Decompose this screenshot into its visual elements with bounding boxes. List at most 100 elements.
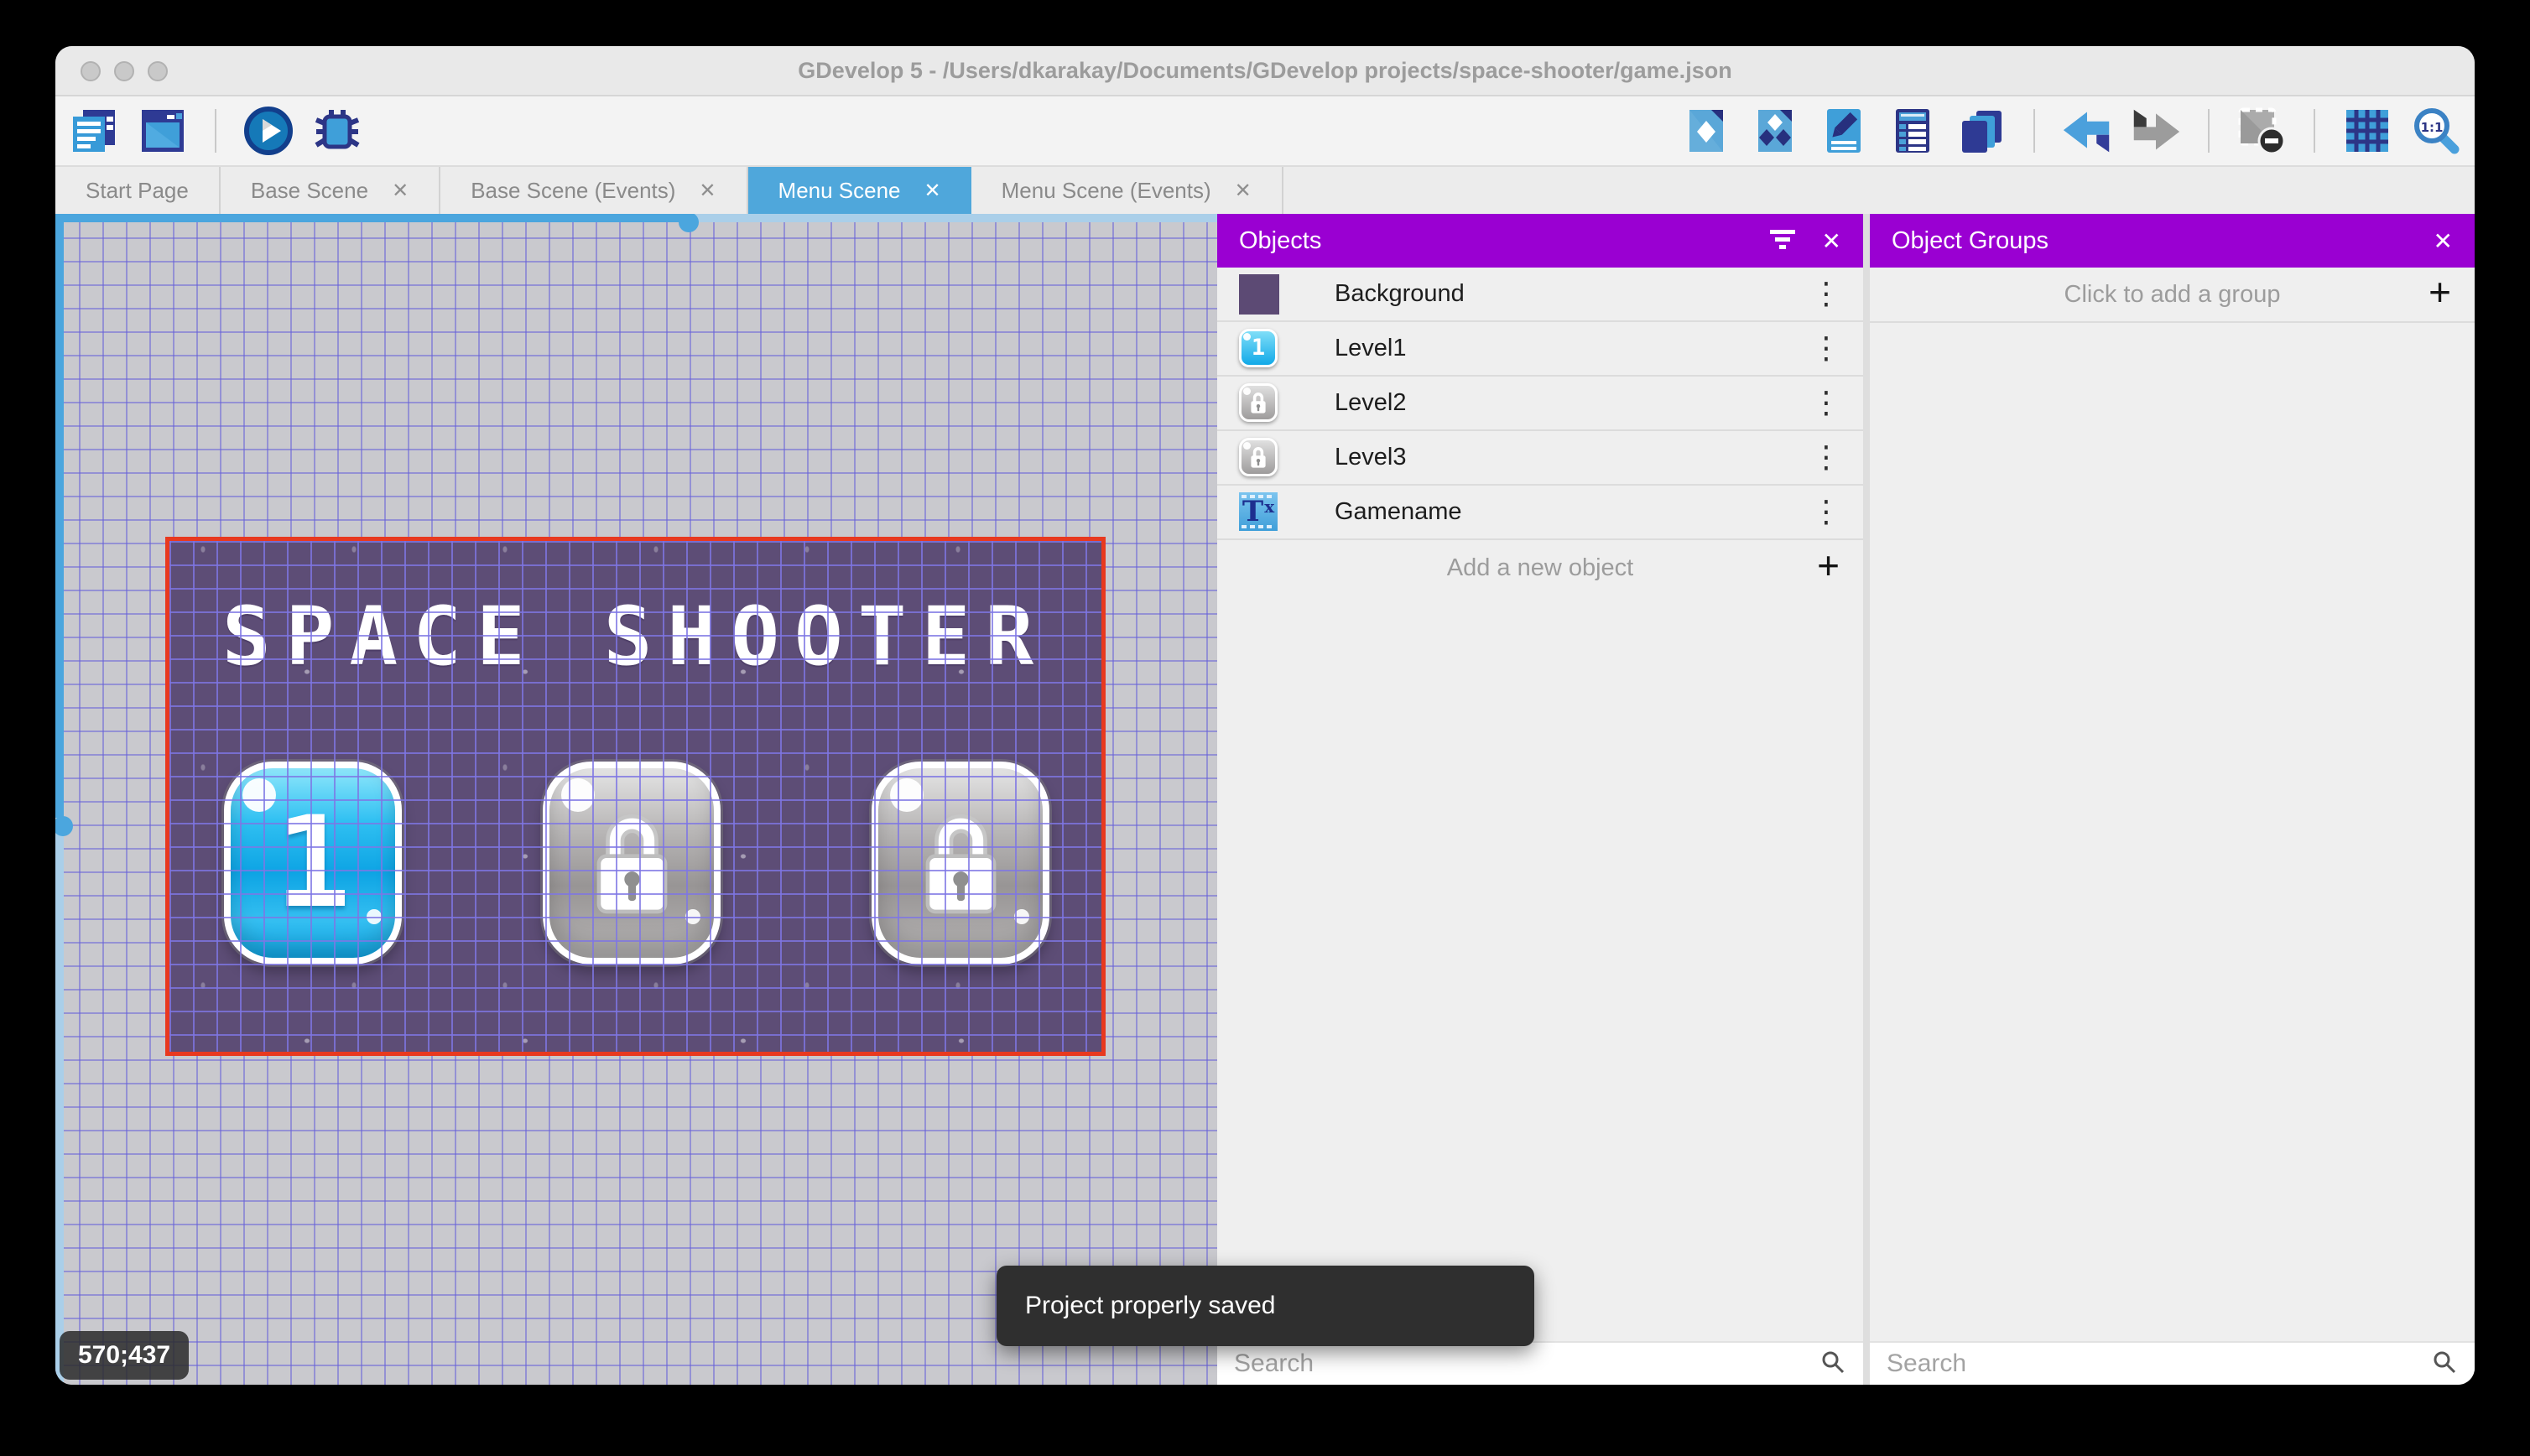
object-name: Background (1335, 280, 1465, 307)
add-group-button[interactable]: Click to add a group + (1870, 268, 2475, 323)
groups-search-input[interactable] (1887, 1349, 2431, 1378)
add-object-label: Add a new object (1446, 554, 1634, 581)
objects-editor-icon[interactable] (1681, 106, 1731, 156)
main-toolbar: 1:1 (55, 96, 2475, 167)
tab-menu-scene[interactable]: Menu Scene ✕ (747, 167, 971, 214)
object-groups-panel: Object Groups ✕ Click to add a group + (1870, 214, 2475, 1385)
horizontal-scrollbar-thumb[interactable] (55, 214, 690, 222)
svg-text:1:1: 1:1 (2421, 120, 2444, 135)
object-name: Level2 (1335, 389, 1407, 416)
gdevelop-window: GDevelop 5 - /Users/dkarakay/Documents/G… (55, 46, 2475, 1385)
cursor-coordinates-badge: 570;437 (60, 1331, 190, 1380)
zoom-window-button[interactable] (148, 61, 168, 81)
object-menu-icon[interactable]: ⋮ (1811, 386, 1841, 420)
preview-play-icon[interactable] (243, 106, 294, 156)
main-content: SPACE SHOOTER 1 570;437 Objects ✕ Backgr… (55, 214, 2475, 1385)
toolbar-left-group (69, 106, 362, 156)
toolbar-right-group: 1:1 (1681, 106, 2461, 156)
object-groups-icon[interactable] (1750, 106, 1800, 156)
toolbar-separator (2208, 109, 2210, 153)
level3-object-thumbnail (1239, 437, 1279, 478)
scene-editor-icon[interactable] (138, 106, 188, 156)
object-row-gamename[interactable]: Tx Gamename ⋮ (1217, 486, 1863, 540)
tab-label: Base Scene (Events) (471, 177, 676, 203)
filter-icon[interactable] (1768, 228, 1797, 254)
panel-divider[interactable] (1863, 214, 1870, 1385)
mask-selection-icon[interactable] (2236, 106, 2287, 156)
level-3-button-instance[interactable] (872, 762, 1049, 965)
level-1-button-instance[interactable]: 1 (224, 762, 402, 965)
plus-icon: + (1817, 543, 1840, 587)
object-name: Level3 (1335, 444, 1407, 471)
object-menu-icon[interactable]: ⋮ (1811, 440, 1841, 475)
redo-icon[interactable] (2131, 106, 2181, 156)
scene-canvas[interactable]: SPACE SHOOTER 1 570;437 (55, 214, 1217, 1385)
lock-icon (549, 768, 714, 958)
zoom-1-1-icon[interactable]: 1:1 (2411, 106, 2461, 156)
background-object-thumbnail (1239, 273, 1279, 315)
properties-icon[interactable] (1819, 106, 1869, 156)
layers-icon[interactable] (1956, 106, 2007, 156)
minimize-window-button[interactable] (114, 61, 134, 81)
tab-label: Menu Scene (778, 177, 901, 203)
vertical-scrollbar-knob[interactable] (55, 816, 73, 836)
horizontal-scrollbar-knob[interactable] (679, 214, 699, 232)
tab-menu-scene-events[interactable]: Menu Scene (Events) ✕ (971, 167, 1283, 214)
toolbar-separator (2033, 109, 2035, 153)
groups-panel-empty-space (1870, 323, 2475, 1341)
object-row-level3[interactable]: Level3 ⋮ (1217, 431, 1863, 486)
title-bar: GDevelop 5 - /Users/dkarakay/Documents/G… (55, 46, 2475, 96)
close-tab-icon[interactable]: ✕ (924, 179, 941, 203)
object-groups-panel-header: Object Groups ✕ (1870, 214, 2475, 268)
editor-tab-bar: Start Page Base Scene ✕ Base Scene (Even… (55, 167, 2475, 214)
vertical-scrollbar[interactable] (55, 214, 73, 1385)
level-2-button-instance[interactable] (543, 762, 721, 965)
tab-label: Start Page (86, 177, 189, 203)
object-row-level2[interactable]: Level2 ⋮ (1217, 377, 1863, 431)
level1-object-thumbnail: 1 (1239, 328, 1279, 369)
close-panel-icon[interactable]: ✕ (1822, 227, 1841, 255)
object-row-background[interactable]: Background ⋮ (1217, 268, 1863, 322)
object-menu-icon[interactable]: ⋮ (1811, 331, 1841, 366)
object-menu-icon[interactable]: ⋮ (1811, 495, 1841, 529)
save-toast: Project properly saved (997, 1266, 1534, 1346)
object-name: Level1 (1335, 335, 1407, 361)
close-window-button[interactable] (81, 61, 101, 81)
tab-label: Base Scene (250, 177, 369, 203)
level2-object-thumbnail (1239, 382, 1279, 424)
traffic-lights (81, 61, 168, 81)
close-tab-icon[interactable]: ✕ (1235, 179, 1252, 203)
tab-start-page[interactable]: Start Page (55, 167, 221, 214)
objects-panel-empty-space (1217, 595, 1863, 1341)
gamename-object-thumbnail: Tx (1239, 491, 1279, 533)
scene-title-text[interactable]: SPACE SHOOTER (169, 590, 1101, 684)
undo-icon[interactable] (2062, 106, 2112, 156)
object-menu-icon[interactable]: ⋮ (1811, 277, 1841, 311)
project-manager-icon[interactable] (69, 106, 119, 156)
close-tab-icon[interactable]: ✕ (392, 179, 409, 203)
search-icon (1819, 1349, 1846, 1380)
toast-message: Project properly saved (1025, 1292, 1276, 1319)
objects-search-input[interactable] (1234, 1349, 1819, 1378)
toolbar-separator (215, 109, 216, 153)
tab-base-scene-events[interactable]: Base Scene (Events) ✕ (440, 167, 748, 214)
add-new-object-button[interactable]: Add a new object + (1217, 540, 1863, 595)
level-1-digit: 1 (274, 790, 351, 936)
horizontal-scrollbar[interactable] (55, 214, 1217, 232)
vertical-scrollbar-thumb[interactable] (55, 214, 64, 818)
close-tab-icon[interactable]: ✕ (699, 179, 716, 203)
object-row-level1[interactable]: 1 Level1 ⋮ (1217, 322, 1863, 377)
debug-icon[interactable] (312, 106, 362, 156)
grid-icon[interactable] (2342, 106, 2392, 156)
window-title: GDevelop 5 - /Users/dkarakay/Documents/G… (798, 57, 1732, 83)
objects-panel-header: Objects ✕ (1217, 214, 1863, 268)
add-group-label: Click to add a group (2064, 280, 2281, 308)
instances-list-icon[interactable] (1887, 106, 1938, 156)
close-panel-icon[interactable]: ✕ (2434, 227, 2453, 255)
groups-search-bar (1870, 1341, 2475, 1385)
tab-base-scene[interactable]: Base Scene ✕ (221, 167, 441, 214)
objects-panel: Objects ✕ Background ⋮ 1 Level1 ⋮ Level2… (1217, 214, 1863, 1385)
toolbar-separator (2314, 109, 2315, 153)
game-scene-window[interactable]: SPACE SHOOTER 1 (165, 537, 1106, 1056)
object-groups-panel-title: Object Groups (1892, 226, 2048, 254)
